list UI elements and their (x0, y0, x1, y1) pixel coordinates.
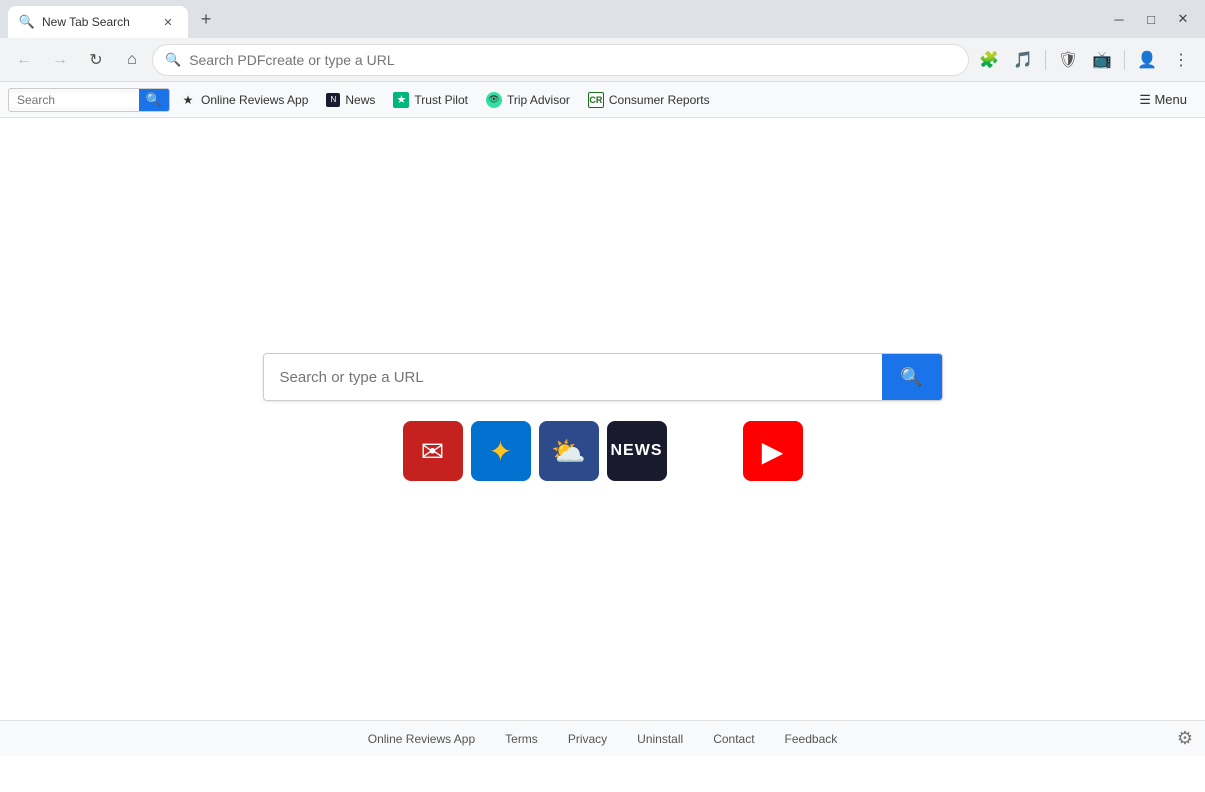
settings-gear-icon[interactable]: ⚙ (1177, 728, 1193, 749)
cast-button[interactable]: 📺 (1086, 44, 1118, 76)
address-bar[interactable]: 🔍 (152, 44, 969, 76)
more-button[interactable]: ⋮ (1165, 44, 1197, 76)
bookmark-news[interactable]: N News (318, 86, 383, 114)
quicklink-gmail[interactable]: ✉ (403, 421, 463, 481)
quicklink-youtube[interactable]: ▶ (743, 421, 803, 481)
tab-title: New Tab Search (42, 15, 152, 29)
weather-icon: ⛅ (551, 435, 586, 468)
music-button[interactable]: 🎵 (1007, 44, 1039, 76)
quicklink-weather[interactable]: ⛅ (539, 421, 599, 481)
main-search-button[interactable]: 🔍 (882, 353, 942, 401)
toolbar-separator (1045, 50, 1046, 70)
close-button[interactable]: ✕ (1169, 5, 1197, 33)
quick-links: ✉ ✦ ⛅ NEWS ▶ (403, 421, 803, 481)
window-controls: ─ □ ✕ (1105, 5, 1197, 33)
menu-button[interactable]: ☰ Menu (1129, 86, 1197, 114)
gmail-icon: ✉ (421, 435, 444, 468)
bookmarks-search-input[interactable] (9, 93, 139, 107)
walmart-icon: ✦ (489, 435, 512, 468)
address-input[interactable] (189, 52, 956, 68)
bookmark-trip-advisor-label: Trip Advisor (507, 93, 570, 107)
search-icon: 🔍 (165, 52, 181, 68)
footer-contact[interactable]: Contact (713, 732, 754, 746)
toolbar-icons: 🧩 🎵 🛡 📺 👤 ⋮ (973, 44, 1197, 76)
bookmark-consumer-reports[interactable]: CR Consumer Reports (580, 86, 718, 114)
tab-strip: 🔍 New Tab Search ✕ + (8, 0, 220, 38)
quicklink-news[interactable]: NEWS (607, 421, 667, 481)
footer-feedback[interactable]: Feedback (785, 732, 838, 746)
tab-icon: 🔍 (20, 15, 34, 29)
quicklink-walmart[interactable]: ✦ (471, 421, 531, 481)
tripadvisor-icon: 👁 (486, 92, 502, 108)
footer: Online Reviews App Terms Privacy Uninsta… (0, 720, 1205, 756)
bookmarks-bar: 🔍 ★ Online Reviews App N News ★ Trust Pi… (0, 82, 1205, 118)
main-search-bar[interactable]: 🔍 (263, 353, 943, 401)
shield-button[interactable]: 🛡 (1052, 44, 1084, 76)
main-search-input[interactable] (264, 354, 882, 400)
new-tab-button[interactable]: + (192, 5, 220, 33)
footer-online-reviews-app[interactable]: Online Reviews App (368, 732, 475, 746)
search-icon: 🔍 (900, 367, 922, 388)
consumer-reports-icon: CR (588, 92, 604, 108)
bookmarks-search-button[interactable]: 🔍 (139, 88, 169, 112)
search-section: 🔍 ✉ ✦ ⛅ NEWS ▶ (263, 353, 943, 481)
footer-uninstall[interactable]: Uninstall (637, 732, 683, 746)
bookmark-online-reviews-label: Online Reviews App (201, 93, 308, 107)
title-bar: 🔍 New Tab Search ✕ + ─ □ ✕ (0, 0, 1205, 38)
news-icon: N (326, 93, 340, 107)
online-reviews-icon: ★ (180, 92, 196, 108)
forward-button[interactable]: → (44, 44, 76, 76)
toolbar-separator-2 (1124, 50, 1125, 70)
bookmark-news-label: News (345, 93, 375, 107)
main-content: 🔍 ✉ ✦ ⛅ NEWS ▶ Online Reviews App Te (0, 118, 1205, 756)
reload-button[interactable]: ↻ (80, 44, 112, 76)
trustpilot-icon: ★ (393, 92, 409, 108)
bookmark-trip-advisor[interactable]: 👁 Trip Advisor (478, 86, 578, 114)
youtube-icon: ▶ (762, 435, 784, 468)
profile-button[interactable]: 👤 (1131, 44, 1163, 76)
bookmark-online-reviews-app[interactable]: ★ Online Reviews App (172, 86, 316, 114)
news-icon: NEWS (611, 442, 663, 460)
bookmark-trust-pilot-label: Trust Pilot (414, 93, 468, 107)
bookmark-consumer-reports-label: Consumer Reports (609, 93, 710, 107)
bookmark-trust-pilot[interactable]: ★ Trust Pilot (385, 86, 476, 114)
extensions-button[interactable]: 🧩 (973, 44, 1005, 76)
minimize-button[interactable]: ─ (1105, 5, 1133, 33)
active-tab[interactable]: 🔍 New Tab Search ✕ (8, 6, 188, 38)
search-widget[interactable]: 🔍 (8, 88, 170, 112)
navigation-bar: ← → ↻ ⌂ 🔍 🧩 🎵 🛡 📺 👤 ⋮ (0, 38, 1205, 82)
maximize-button[interactable]: □ (1137, 5, 1165, 33)
home-button[interactable]: ⌂ (116, 44, 148, 76)
tab-close-button[interactable]: ✕ (160, 14, 176, 30)
footer-terms[interactable]: Terms (505, 732, 538, 746)
footer-privacy[interactable]: Privacy (568, 732, 607, 746)
back-button[interactable]: ← (8, 44, 40, 76)
